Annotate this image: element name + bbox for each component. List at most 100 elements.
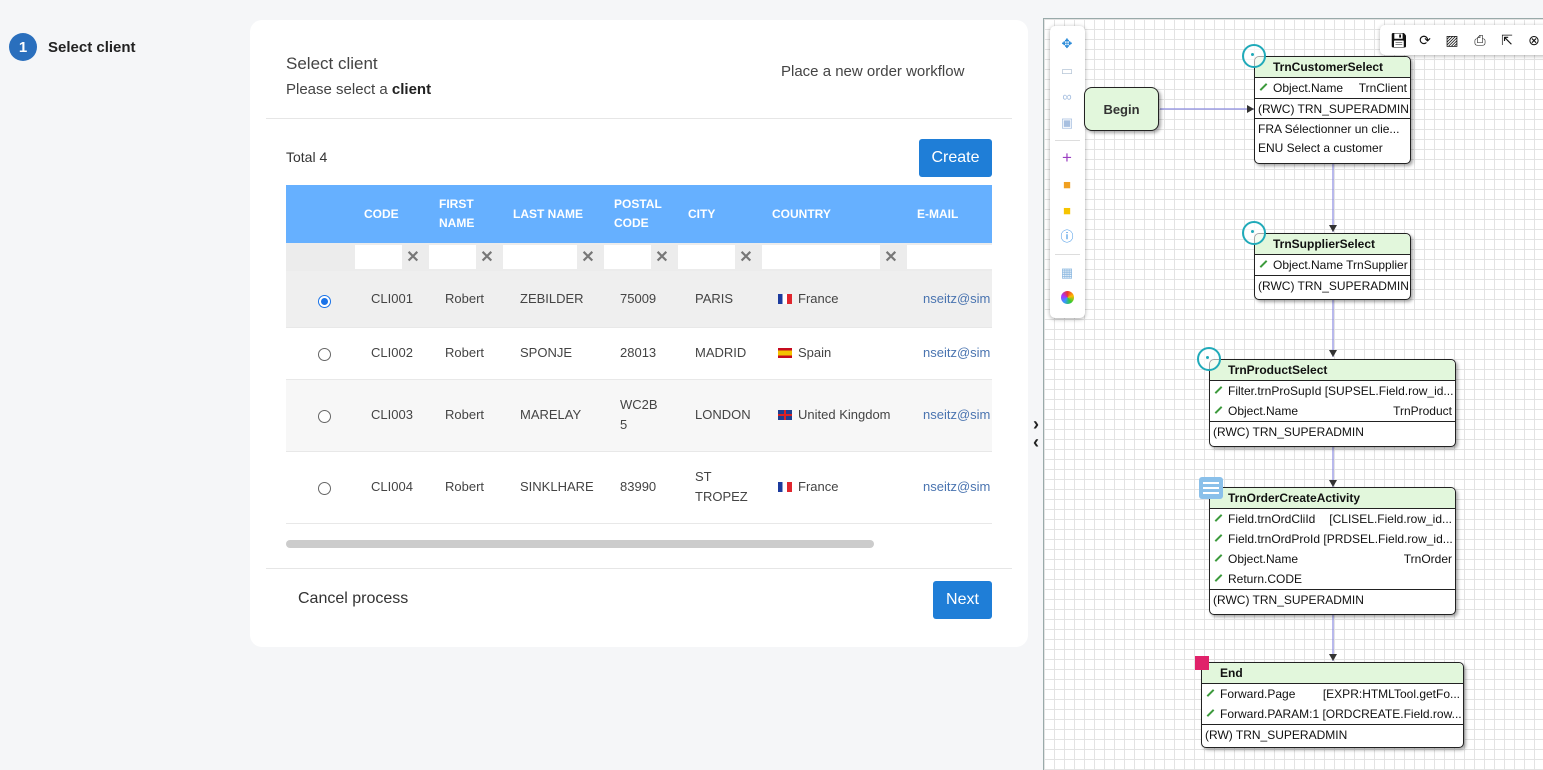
node-line: ENU Select a customer bbox=[1258, 141, 1383, 155]
node-line-value: [CLISEL.Field.row_id... bbox=[1329, 512, 1452, 526]
note-orange-icon[interactable]: ■ bbox=[1059, 177, 1075, 193]
table-header: CODE FIRST NAME LAST NAME POSTAL CODE CI… bbox=[286, 185, 992, 243]
node-line-value: TrnProduct bbox=[1393, 404, 1452, 418]
cell-first-name: Robert bbox=[445, 407, 485, 422]
save-icon[interactable]: 💾︎ bbox=[1390, 32, 1408, 48]
table-row[interactable]: CLI002 Robert SPONJE 28013 MADRID Spain … bbox=[286, 328, 992, 380]
filter-email-input[interactable] bbox=[907, 245, 992, 269]
table-row[interactable]: CLI004 Robert SINKLHARE 83990 ST TROPEZ … bbox=[286, 452, 992, 524]
filter-last-name-input[interactable] bbox=[503, 245, 577, 269]
select-area-icon[interactable]: ▭ bbox=[1059, 63, 1075, 79]
table-row[interactable]: CLI001 Robert ZEBILDER 75009 PARIS Franc… bbox=[286, 271, 992, 328]
node-line: Filter.trnProSupId [SUPSEL.Field.row_id.… bbox=[1210, 381, 1455, 401]
filter-city-input[interactable] bbox=[678, 245, 735, 269]
row-radio[interactable] bbox=[318, 482, 331, 495]
country-name: France bbox=[798, 479, 839, 494]
cell-last-name: SINKLHARE bbox=[520, 479, 594, 494]
info-icon[interactable]: ⓘ bbox=[1059, 229, 1075, 245]
node-line-key: Forward.Page bbox=[1220, 687, 1296, 701]
cell-first-name: Robert bbox=[445, 291, 485, 306]
cell-code: CLI001 bbox=[371, 291, 413, 306]
node-title: TrnOrderCreateActivity bbox=[1210, 488, 1455, 509]
print-icon[interactable]: ⎙ bbox=[1472, 32, 1488, 48]
move-icon[interactable]: ✥ bbox=[1059, 36, 1075, 52]
node-line: Forward.Page [EXPR:HTMLTool.getFo... bbox=[1202, 684, 1463, 704]
node-line: (RWC) TRN_SUPERADMIN bbox=[1210, 589, 1455, 609]
chevron-right-icon[interactable]: › bbox=[1028, 415, 1044, 433]
note-yellow-icon[interactable]: ■ bbox=[1059, 203, 1075, 219]
node-line: (RWC) TRN_SUPERADMIN bbox=[1210, 421, 1455, 441]
chevron-left-icon[interactable]: ‹ bbox=[1028, 433, 1044, 451]
horizontal-scrollbar[interactable] bbox=[286, 540, 874, 548]
clear-filter-icon[interactable]: ✕ bbox=[735, 243, 757, 271]
col-postal-code[interactable]: POSTAL CODE bbox=[614, 195, 666, 233]
color-wheel-icon[interactable] bbox=[1059, 291, 1075, 307]
node-customer-select[interactable]: TrnCustomerSelect Object.Name TrnClient (… bbox=[1254, 56, 1411, 164]
node-order-create-activity[interactable]: TrnOrderCreateActivity Field.trnOrdCliId… bbox=[1209, 487, 1456, 615]
row-radio[interactable] bbox=[318, 348, 331, 361]
clear-filter-icon[interactable]: ✕ bbox=[651, 243, 673, 271]
col-code[interactable]: CODE bbox=[364, 205, 399, 224]
step-label: Select client bbox=[48, 38, 136, 56]
cell-first-name: Robert bbox=[445, 479, 485, 494]
workflow-designer[interactable]: ✥ ▭ ∞ ▣ + ■ ■ ⓘ ▦ 💾︎ ⟳ ▨ ⎙ ⇱ ⊗ Begin Trn… bbox=[1043, 18, 1543, 770]
filter-country-input[interactable] bbox=[762, 245, 880, 269]
clear-filter-icon[interactable]: ✕ bbox=[880, 243, 902, 271]
spain-flag-icon bbox=[778, 348, 792, 358]
group-icon[interactable]: ▣ bbox=[1059, 115, 1075, 131]
node-line: Field.trnOrdCliId [CLISEL.Field.row_id... bbox=[1210, 509, 1455, 529]
node-end[interactable]: End Forward.Page [EXPR:HTMLTool.getFo... … bbox=[1201, 662, 1464, 748]
cell-postal-code: WC2B 5 bbox=[620, 397, 658, 432]
filter-code-input[interactable] bbox=[355, 245, 402, 269]
close-icon[interactable]: ⊗ bbox=[1526, 32, 1542, 48]
image-icon[interactable]: ▨ bbox=[1444, 32, 1460, 48]
add-icon[interactable]: + bbox=[1059, 149, 1075, 166]
total-count: Total 4 bbox=[286, 149, 328, 165]
node-supplier-select[interactable]: TrnSupplierSelect Object.Name TrnSupplie… bbox=[1254, 233, 1411, 300]
node-line: Object.Name TrnProduct bbox=[1210, 401, 1455, 421]
create-button[interactable]: Create bbox=[919, 139, 992, 177]
node-line-value: TrnOrder bbox=[1403, 552, 1452, 566]
palette-divider bbox=[1055, 140, 1080, 141]
view-node-icon bbox=[1242, 44, 1266, 68]
filter-postal-code-input[interactable] bbox=[604, 245, 651, 269]
palette-divider bbox=[1055, 254, 1080, 255]
external-link-icon[interactable]: ⇱ bbox=[1499, 32, 1515, 48]
col-last-name[interactable]: LAST NAME bbox=[513, 205, 583, 224]
cell-city: LONDON bbox=[695, 407, 751, 422]
filter-first-name-input[interactable] bbox=[429, 245, 476, 269]
node-product-select[interactable]: TrnProductSelect Filter.trnProSupId [SUP… bbox=[1209, 359, 1456, 447]
col-city[interactable]: CITY bbox=[688, 205, 715, 224]
cell-code: CLI004 bbox=[371, 479, 413, 494]
col-country[interactable]: COUNTRY bbox=[772, 205, 831, 224]
refresh-icon[interactable]: ⟳ bbox=[1417, 32, 1433, 48]
clear-filter-icon[interactable]: ✕ bbox=[402, 243, 424, 271]
table-row[interactable]: CLI003 Robert MARELAY WC2B 5 LONDON Unit… bbox=[286, 380, 992, 452]
cell-first-name: Robert bbox=[445, 345, 485, 360]
cell-last-name: MARELAY bbox=[520, 407, 582, 422]
node-line: Object.Name TrnOrder bbox=[1210, 549, 1455, 569]
cancel-process-button[interactable]: Cancel process bbox=[298, 590, 408, 608]
col-email[interactable]: E-MAIL bbox=[917, 205, 958, 224]
row-radio[interactable] bbox=[318, 295, 331, 308]
node-line: (RW) TRN_SUPERADMIN bbox=[1202, 724, 1463, 744]
panel-toggle[interactable]: › ‹ bbox=[1028, 415, 1044, 455]
cell-email[interactable]: nseitz@sim bbox=[923, 343, 990, 363]
select-client-card: Select client Please select a client Pla… bbox=[250, 20, 1028, 647]
grid-icon[interactable]: ▦ bbox=[1059, 265, 1075, 281]
col-first-name[interactable]: FIRST NAME bbox=[439, 195, 481, 233]
node-line: Forward.PARAM:1 [ORDCREATE.Field.row... bbox=[1202, 704, 1463, 724]
cell-postal-code: 83990 bbox=[620, 479, 657, 494]
row-radio[interactable] bbox=[318, 410, 331, 423]
clear-filter-icon[interactable]: ✕ bbox=[577, 243, 599, 271]
link-icon[interactable]: ∞ bbox=[1059, 89, 1075, 105]
cell-email[interactable]: nseitz@sim bbox=[923, 289, 990, 309]
begin-node[interactable]: Begin bbox=[1084, 87, 1159, 131]
next-button[interactable]: Next bbox=[933, 581, 992, 619]
clear-filter-icon[interactable]: ✕ bbox=[476, 243, 498, 271]
cell-email[interactable]: nseitz@sim bbox=[923, 405, 990, 425]
node-line: Field.trnOrdProId [PRDSEL.Field.row_id..… bbox=[1210, 529, 1455, 549]
node-title: End bbox=[1202, 663, 1463, 684]
node-line: Object.Name TrnClient bbox=[1255, 78, 1410, 98]
cell-email[interactable]: nseitz@sim bbox=[923, 477, 990, 497]
